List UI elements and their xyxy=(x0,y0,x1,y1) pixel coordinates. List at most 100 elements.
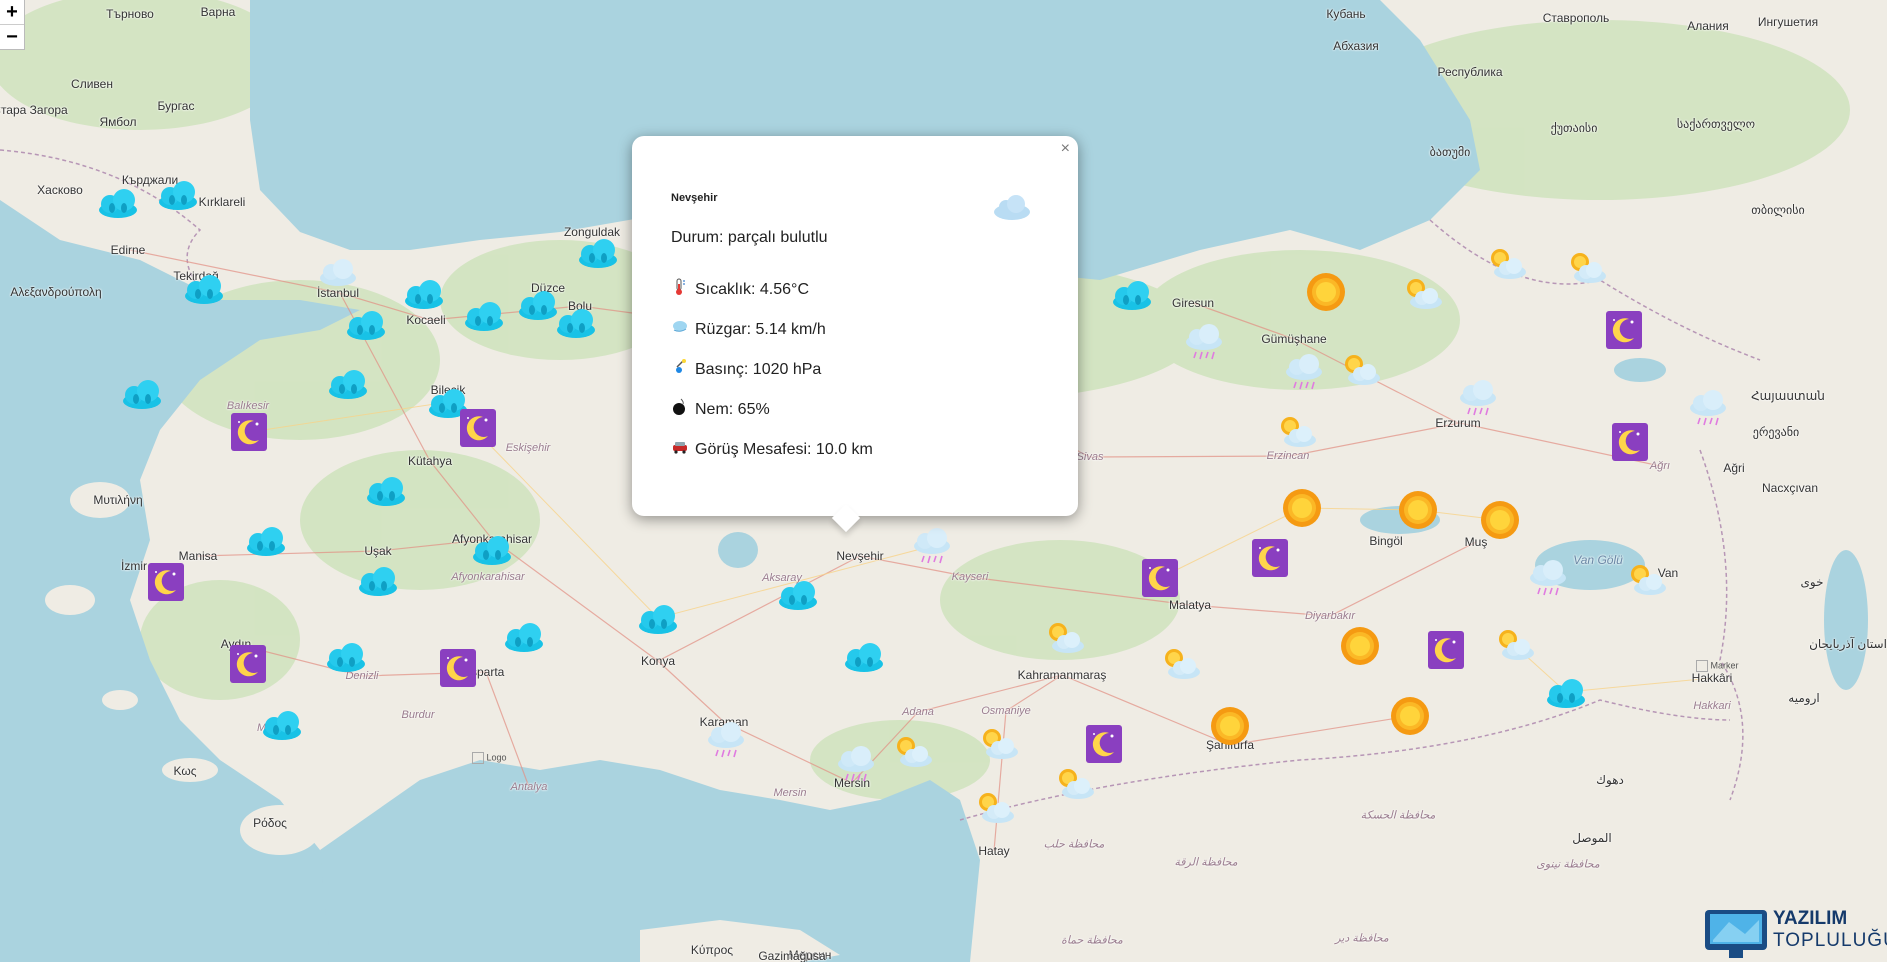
weather-marker-clear-night-icon[interactable] xyxy=(456,408,500,448)
weather-marker-rain-cloud-icon[interactable] xyxy=(704,720,748,760)
monitor-logo-icon xyxy=(1705,910,1767,958)
place-label: Edirne xyxy=(110,243,146,257)
place-label: محافظة حلب xyxy=(1043,838,1105,851)
popup-row: Basınç: 1020 hPa xyxy=(671,358,821,381)
weather-marker-sun-icon[interactable] xyxy=(1208,706,1252,746)
place-label: Бургас xyxy=(157,99,195,113)
weather-marker-partly-sunny-icon[interactable] xyxy=(1042,618,1086,658)
weather-marker-partly-sunny-icon[interactable] xyxy=(1564,248,1608,288)
weather-marker-cloudy-icon[interactable] xyxy=(502,616,546,656)
broken-marker-image[interactable]: Marker xyxy=(1696,660,1739,672)
place-label: Ингушетия xyxy=(1757,15,1819,29)
weather-marker-partly-sunny-icon[interactable] xyxy=(1274,412,1318,452)
weather-marker-cloudy-icon[interactable] xyxy=(636,598,680,638)
weather-marker-sun-icon[interactable] xyxy=(1396,490,1440,530)
weather-marker-sun-icon[interactable] xyxy=(1478,500,1522,540)
popup-row-text: Basınç: 1020 hPa xyxy=(695,360,822,378)
place-label: Gazimağusa xyxy=(758,949,826,962)
weather-marker-cloudy-icon[interactable] xyxy=(1110,274,1154,314)
weather-marker-cloudy-icon[interactable] xyxy=(244,520,288,560)
weather-marker-sun-icon[interactable] xyxy=(1338,626,1382,666)
popup-row: Görüş Mesafesi: 10.0 km xyxy=(671,438,873,461)
weather-marker-cloudy-icon[interactable] xyxy=(462,295,506,335)
place-label: Hakkâri xyxy=(1691,671,1733,685)
place-label: Nacxçıvan xyxy=(1761,481,1819,495)
weather-marker-cloudy-icon[interactable] xyxy=(402,273,446,313)
weather-marker-cloudy-icon[interactable] xyxy=(260,704,304,744)
place-label: Hakkari xyxy=(1693,700,1731,712)
weather-marker-partly-sunny-icon[interactable] xyxy=(1052,764,1096,804)
place-label: Nevşehir xyxy=(836,549,884,563)
weather-marker-cloudy-icon[interactable] xyxy=(182,268,226,308)
place-label: Mersin xyxy=(773,787,807,799)
weather-marker-clear-night-icon[interactable] xyxy=(1138,558,1182,598)
weather-marker-partly-sunny-icon[interactable] xyxy=(1158,644,1202,684)
weather-marker-partly-sunny-icon[interactable] xyxy=(1484,244,1528,284)
weather-marker-rain-cloud-icon[interactable] xyxy=(1686,388,1730,428)
place-label: Ставрополь xyxy=(1542,11,1610,25)
weather-marker-partly-sunny-icon[interactable] xyxy=(1492,625,1536,665)
place-label: ارومیه xyxy=(1788,691,1820,705)
weather-marker-clear-night-icon[interactable] xyxy=(144,562,188,602)
weather-marker-cloudy-icon[interactable] xyxy=(576,232,620,272)
weather-marker-cloudy-icon[interactable] xyxy=(554,302,598,342)
weather-marker-cloudy-icon[interactable] xyxy=(156,174,200,214)
place-label: Balıkesir xyxy=(226,400,270,412)
weather-marker-light-cloud-icon[interactable] xyxy=(316,252,360,292)
weather-marker-cloudy-icon[interactable] xyxy=(364,470,408,510)
weather-marker-rain-cloud-icon[interactable] xyxy=(1456,378,1500,418)
weather-marker-cloudy-icon[interactable] xyxy=(344,304,388,344)
weather-marker-cloudy-icon[interactable] xyxy=(120,373,164,413)
place-label: Μυτιλήνη xyxy=(93,493,143,507)
weather-marker-clear-night-icon[interactable] xyxy=(226,644,270,684)
weather-marker-partly-sunny-icon[interactable] xyxy=(1400,274,1444,314)
weather-marker-clear-night-icon[interactable] xyxy=(1082,724,1126,764)
place-label: محافظة نينوى xyxy=(1536,858,1600,871)
logo-text-line1: YAZILIM xyxy=(1773,908,1848,929)
weather-marker-cloudy-icon[interactable] xyxy=(1544,672,1588,712)
weather-marker-cloudy-icon[interactable] xyxy=(776,574,820,614)
popup-close-button[interactable]: × xyxy=(1061,140,1070,158)
weather-marker-partly-sunny-icon[interactable] xyxy=(976,724,1020,764)
weather-marker-rain-cloud-icon[interactable] xyxy=(834,744,878,784)
weather-marker-partly-sunny-icon[interactable] xyxy=(972,788,1016,828)
place-label: საქართველო xyxy=(1676,117,1756,131)
weather-marker-sun-icon[interactable] xyxy=(1304,272,1348,312)
popup-row: Rüzgar: 5.14 km/h xyxy=(671,318,826,341)
weather-marker-cloudy-icon[interactable] xyxy=(326,363,370,403)
weather-marker-cloudy-icon[interactable] xyxy=(96,182,140,222)
place-label: دهوك xyxy=(1596,773,1624,787)
weather-marker-partly-sunny-icon[interactable] xyxy=(890,732,934,772)
place-label: Osmaniye xyxy=(981,705,1031,717)
place-label: Diyarbakır xyxy=(1304,610,1356,622)
broken-logo-image: Logo xyxy=(472,752,507,764)
zoom-in-button[interactable]: + xyxy=(0,0,24,24)
weather-marker-cloudy-icon[interactable] xyxy=(324,636,368,676)
place-label: Uşak xyxy=(364,544,392,558)
place-label: Стара Загора xyxy=(0,103,68,117)
weather-marker-sun-icon[interactable] xyxy=(1388,696,1432,736)
weather-marker-rain-cloud-icon[interactable] xyxy=(910,526,954,566)
weather-marker-cloudy-icon[interactable] xyxy=(842,636,886,676)
weather-marker-partly-sunny-icon[interactable] xyxy=(1624,560,1668,600)
place-label: Giresun xyxy=(1171,296,1215,310)
weather-marker-cloudy-icon[interactable] xyxy=(470,529,514,569)
weather-marker-clear-night-icon[interactable] xyxy=(1248,538,1292,578)
weather-marker-sun-icon[interactable] xyxy=(1280,488,1324,528)
place-label: Adana xyxy=(902,706,934,718)
place-label: Κύπρος xyxy=(690,943,734,957)
weather-marker-clear-night-icon[interactable] xyxy=(1608,422,1652,462)
weather-marker-partly-sunny-icon[interactable] xyxy=(1338,350,1382,390)
weather-marker-clear-night-icon[interactable] xyxy=(436,648,480,688)
zoom-out-button[interactable]: − xyxy=(0,24,24,49)
weather-marker-rain-cloud-icon[interactable] xyxy=(1526,558,1570,598)
weather-marker-clear-night-icon[interactable] xyxy=(1602,310,1646,350)
weather-marker-cloudy-icon[interactable] xyxy=(356,560,400,600)
weather-marker-rain-cloud-icon[interactable] xyxy=(1282,352,1326,392)
weather-marker-clear-night-icon[interactable] xyxy=(227,412,271,452)
thermometer-icon xyxy=(671,278,689,301)
weather-marker-clear-night-icon[interactable] xyxy=(1424,630,1468,670)
popup-row: Sıcaklık: 4.56°C xyxy=(671,278,809,301)
weather-marker-rain-cloud-icon[interactable] xyxy=(1182,322,1226,362)
place-label: Kahramanmaraş xyxy=(1017,668,1107,682)
